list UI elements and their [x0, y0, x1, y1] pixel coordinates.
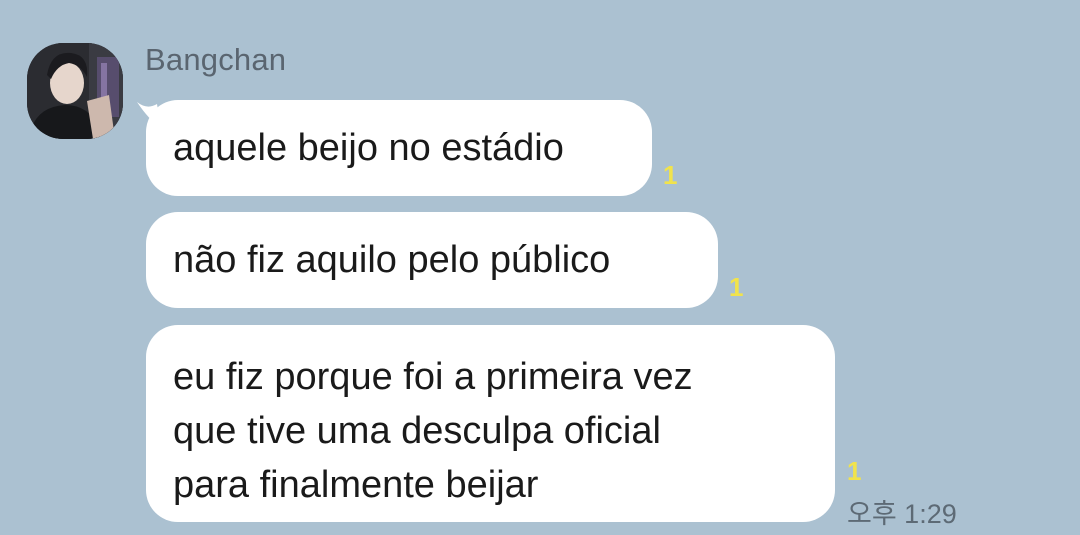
avatar[interactable]	[27, 43, 123, 139]
sender-name: Bangchan	[145, 42, 287, 77]
message-timestamp: 오후 1:29	[847, 499, 957, 529]
unread-count-2: 1	[729, 272, 744, 302]
unread-count-1: 1	[663, 160, 678, 190]
profile-photo-icon	[27, 43, 123, 139]
message-bubble-3[interactable]: eu fiz porque foi a primeira vez que tiv…	[146, 325, 835, 522]
message-bubble-2[interactable]: não fiz aquilo pelo público	[146, 212, 718, 308]
unread-count-3: 1	[847, 456, 862, 486]
message-bubble-1[interactable]: aquele beijo no estádio	[146, 100, 652, 196]
